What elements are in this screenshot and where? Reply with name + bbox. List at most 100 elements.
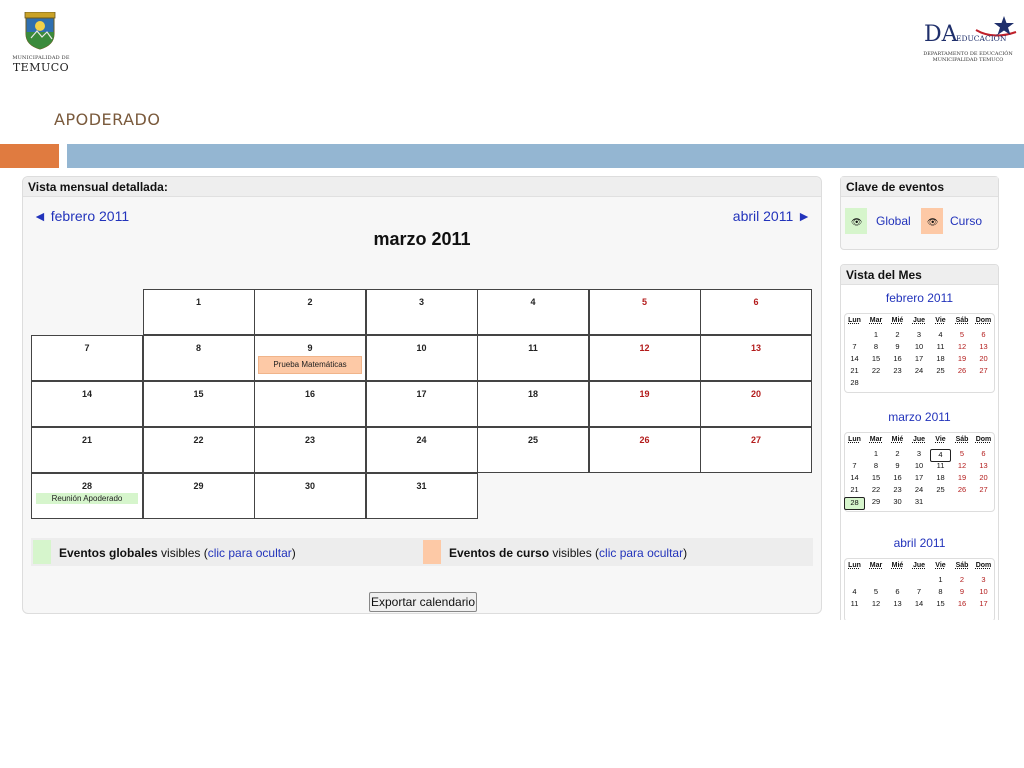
mini-day[interactable]: 2	[887, 449, 908, 458]
mini-day[interactable]: 4	[844, 587, 865, 596]
day-number-link[interactable]: 16	[255, 389, 365, 399]
mini-day[interactable]: 1	[866, 330, 887, 339]
mini-month-title[interactable]: marzo 2011	[841, 410, 998, 424]
mini-day[interactable]: 12	[866, 599, 887, 608]
mini-day[interactable]: 15	[866, 473, 887, 482]
mini-day[interactable]: 14	[844, 354, 865, 363]
day-cell-20[interactable]: 20	[700, 381, 812, 427]
day-number-link[interactable]: 13	[701, 343, 811, 353]
mini-day[interactable]: 17	[909, 473, 930, 482]
day-cell-17[interactable]: 17	[365, 381, 478, 427]
mini-day[interactable]: 22	[866, 485, 887, 494]
hide-course-events-link[interactable]: clic para ocultar	[599, 546, 683, 560]
day-number-link[interactable]: 10	[367, 343, 477, 353]
course-event-link[interactable]: Prueba Matemáticas	[258, 356, 362, 374]
day-number-link[interactable]: 18	[478, 389, 588, 399]
day-number-link[interactable]: 28	[32, 481, 142, 491]
mini-day[interactable]: 29	[866, 497, 887, 506]
mini-day[interactable]: 25	[930, 485, 951, 494]
mini-day[interactable]: 3	[909, 449, 930, 458]
day-cell-19[interactable]: 19	[588, 381, 701, 427]
mini-day[interactable]: 10	[909, 342, 930, 351]
day-cell-30[interactable]: 30	[254, 473, 366, 519]
mini-day[interactable]: 6	[973, 449, 994, 458]
day-number-link[interactable]: 9	[255, 343, 365, 353]
mini-day[interactable]: 9	[887, 342, 908, 351]
mini-day[interactable]: 12	[952, 342, 973, 351]
previous-month-link[interactable]: ◄ febrero 2011	[33, 208, 129, 224]
day-cell-1[interactable]: 1	[142, 289, 255, 335]
day-cell-10[interactable]: 10	[365, 335, 478, 381]
day-cell-16[interactable]: 16	[254, 381, 366, 427]
day-cell-27[interactable]: 27	[700, 427, 812, 473]
course-key-link[interactable]: Curso	[950, 214, 982, 228]
hide-global-events-link[interactable]: clic para ocultar	[208, 546, 292, 560]
day-number-link[interactable]: 17	[367, 389, 477, 399]
mini-day[interactable]: 7	[844, 342, 865, 351]
mini-day[interactable]: 15	[930, 599, 951, 608]
day-cell-31[interactable]: 31	[365, 473, 478, 519]
mini-day[interactable]: 27	[973, 485, 994, 494]
day-number-link[interactable]: 27	[701, 435, 811, 445]
day-number-link[interactable]: 30	[255, 481, 365, 491]
day-number-link[interactable]: 8	[144, 343, 254, 353]
next-month-link[interactable]: abril 2011 ►	[733, 208, 811, 224]
day-number-link[interactable]: 6	[701, 297, 811, 307]
mini-day[interactable]: 18	[930, 354, 951, 363]
day-number-link[interactable]: 24	[367, 435, 477, 445]
mini-day[interactable]: 13	[973, 342, 994, 351]
day-number-link[interactable]: 7	[32, 343, 142, 353]
day-number-link[interactable]: 4	[478, 297, 588, 307]
mini-day[interactable]: 31	[909, 497, 930, 506]
mini-day[interactable]: 26	[952, 485, 973, 494]
mini-day[interactable]: 5	[952, 449, 973, 458]
day-number-link[interactable]: 31	[367, 481, 477, 491]
day-cell-11[interactable]: 11	[477, 335, 589, 381]
mini-day[interactable]: 11	[844, 599, 865, 608]
mini-day[interactable]: 23	[887, 366, 908, 375]
mini-day[interactable]: 13	[887, 599, 908, 608]
mini-day[interactable]: 7	[909, 587, 930, 596]
day-cell-2[interactable]: 2	[254, 289, 366, 335]
day-number-link[interactable]: 15	[144, 389, 254, 399]
day-cell-9[interactable]: 9 Prueba Matemáticas	[254, 335, 366, 381]
day-cell-26[interactable]: 26	[588, 427, 701, 473]
day-number-link[interactable]: 11	[478, 343, 588, 353]
export-calendar-button[interactable]: Exportar calendario	[369, 592, 477, 612]
day-cell-28[interactable]: 28 Reunión Apoderado	[31, 473, 143, 519]
day-cell-6[interactable]: 6	[700, 289, 812, 335]
mini-day[interactable]: 20	[973, 473, 994, 482]
mini-day[interactable]: 14	[844, 473, 865, 482]
mini-day[interactable]: 19	[952, 354, 973, 363]
global-key-swatch[interactable]: 👁	[845, 208, 867, 234]
mini-day[interactable]: 26	[952, 366, 973, 375]
mini-day[interactable]: 14	[909, 599, 930, 608]
day-cell-4[interactable]: 4	[477, 289, 589, 335]
day-cell-23[interactable]: 23	[254, 427, 366, 473]
mini-day[interactable]: 17	[909, 354, 930, 363]
day-number-link[interactable]: 29	[144, 481, 254, 491]
mini-day[interactable]: 21	[844, 485, 865, 494]
mini-day[interactable]: 5	[866, 587, 887, 596]
mini-day[interactable]: 12	[952, 461, 973, 470]
mini-day[interactable]: 30	[887, 497, 908, 506]
day-number-link[interactable]: 12	[590, 343, 700, 353]
global-event-link[interactable]: Reunión Apoderado	[36, 493, 138, 504]
mini-day[interactable]: 10	[973, 587, 994, 596]
day-cell-15[interactable]: 15	[142, 381, 255, 427]
mini-day[interactable]: 16	[887, 354, 908, 363]
mini-day[interactable]: 6	[887, 587, 908, 596]
mini-day[interactable]: 4	[930, 330, 951, 339]
day-number-link[interactable]: 20	[701, 389, 811, 399]
mini-day[interactable]: 28	[844, 378, 865, 387]
mini-day[interactable]: 24	[909, 485, 930, 494]
mini-day[interactable]: 27	[973, 366, 994, 375]
mini-day[interactable]: 2	[887, 330, 908, 339]
day-number-link[interactable]: 23	[255, 435, 365, 445]
day-cell-25[interactable]: 25	[477, 427, 589, 473]
mini-day[interactable]: 16	[887, 473, 908, 482]
mini-day[interactable]: 10	[909, 461, 930, 470]
mini-day[interactable]: 8	[866, 461, 887, 470]
day-cell-8[interactable]: 8	[142, 335, 255, 381]
mini-day[interactable]: 23	[887, 485, 908, 494]
